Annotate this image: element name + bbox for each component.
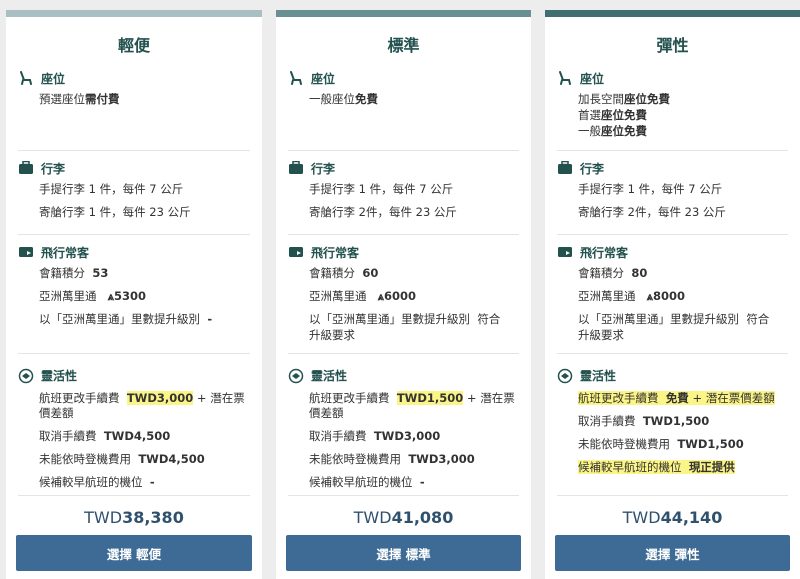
cancel-fee-line: 取消手續費 TWD4,500: [39, 429, 171, 443]
cancel-fee-line: 取消手續費 TWD3,000: [309, 429, 441, 443]
luggage-icon: [288, 161, 304, 175]
fare-price: TWD41,080: [353, 508, 454, 527]
seat-heading: 座位: [41, 71, 66, 86]
select-fare-standard-button[interactable]: 選擇 標準: [286, 535, 521, 571]
status-points-line: 會籍積分 53: [39, 266, 109, 280]
no-show-fee-line: 未能依時登機費用 TWD1,500: [578, 437, 744, 451]
select-fare-flex-button[interactable]: 選擇 彈性: [555, 535, 790, 571]
status-points-line: 會籍積分 60: [309, 266, 379, 280]
divider: [288, 495, 519, 496]
divider: [288, 150, 519, 151]
checked-bag-line: 寄艙行李 1 件，每件 23 公斤: [39, 205, 191, 219]
baggage-heading: 行李: [580, 161, 605, 176]
fare-title: 輕便: [117, 36, 150, 55]
fare-card-flex: 彈性 座位 加長空間座位免費 首選座位免費 一般座位免費 行李 手提行李 1 件…: [545, 10, 800, 579]
fare-price: TWD44,140: [622, 508, 723, 527]
change-fee-line: 航班更改手續費 TWD1,500 + 潛在票: [309, 391, 515, 405]
fare-card-light: 輕便 座位 預選座位需付費 行李 手提行李 1 件，每件 7 公斤 寄艙行李 1…: [6, 10, 262, 579]
upgrade-line-wrap: 升級要求: [309, 328, 355, 342]
divider: [18, 495, 250, 496]
cancel-fee-line: 取消手續費 TWD1,500: [578, 414, 710, 428]
seat-heading: 座位: [311, 71, 336, 86]
upgrade-line: 以「亞洲萬里通」里數提升級別 -: [39, 312, 213, 326]
fare-title: 標準: [387, 36, 420, 55]
select-fare-light-button[interactable]: 選擇 輕便: [16, 535, 252, 571]
carry-on-line: 手提行李 1 件，每件 7 公斤: [39, 182, 184, 196]
fare-top-bar: [276, 10, 531, 17]
ff-heading: 飛行常客: [41, 245, 90, 260]
checked-bag-line: 寄艙行李 2件，每件 23 公斤: [309, 205, 457, 219]
flexibility-heading: 靈活性: [580, 368, 617, 383]
baggage-heading: 行李: [41, 161, 66, 176]
divider: [557, 150, 788, 151]
asia-miles-line: 亞洲萬里通 ⩓6000: [309, 289, 416, 303]
upgrade-line: 以「亞洲萬里通」里數提升級別 符合: [309, 312, 501, 326]
carry-on-line: 手提行李 1 件，每件 7 公斤: [578, 182, 723, 196]
divider: [18, 150, 250, 151]
baggage-heading: 行李: [311, 161, 336, 176]
ff-heading: 飛行常客: [580, 245, 629, 260]
standby-line: 候補較早航班的機位 -: [39, 475, 155, 489]
change-fee-line-wrap: 價差額: [309, 406, 344, 420]
seat-icon: [288, 71, 304, 85]
divider: [288, 353, 519, 354]
seat-icon: [557, 71, 573, 85]
no-show-fee-line: 未能依時登機費用 TWD4,500: [39, 452, 205, 466]
divider: [557, 495, 788, 496]
change-fee-line-wrap: 價差額: [39, 406, 74, 420]
seat-line: 首選座位免費: [578, 108, 647, 122]
no-show-fee-line: 未能依時登機費用 TWD3,000: [309, 452, 475, 466]
divider: [288, 234, 519, 235]
flexibility-icon: [18, 368, 34, 384]
divider: [557, 353, 788, 354]
asia-miles-line: 亞洲萬里通 ⩓8000: [578, 289, 685, 303]
ff-heading: 飛行常客: [311, 245, 360, 260]
carry-on-line: 手提行李 1 件，每件 7 公斤: [309, 182, 454, 196]
fare-top-bar: [545, 10, 800, 17]
fare-columns: 輕便 座位 預選座位需付費 行李 手提行李 1 件，每件 7 公斤 寄艙行李 1…: [0, 0, 800, 579]
divider: [18, 234, 250, 235]
fare-card-standard: 標準 座位 一般座位免費 行李 手提行李 1 件，每件 7 公斤 寄艙行李 2件…: [276, 10, 531, 579]
divider: [557, 234, 788, 235]
seat-line: 加長空間座位免費: [578, 92, 670, 106]
flexibility-icon: [288, 368, 304, 384]
change-fee-line: 航班更改手續費 TWD3,000 + 潛在票: [39, 391, 245, 405]
status-points-line: 會籍積分 80: [578, 266, 648, 280]
seat-line: 一般座位免費: [309, 92, 378, 106]
luggage-icon: [18, 161, 34, 175]
upgrade-line-wrap: 升級要求: [578, 328, 624, 342]
standby-line: 候補較早航班的機位 -: [309, 475, 425, 489]
fare-title: 彈性: [656, 36, 689, 55]
flexibility-icon: [557, 368, 573, 384]
luggage-icon: [557, 161, 573, 175]
seat-line: 一般座位免費: [578, 124, 647, 138]
fare-price: TWD38,380: [84, 508, 184, 527]
flexibility-heading: 靈活性: [41, 368, 78, 383]
seat-heading: 座位: [580, 71, 605, 86]
standby-line: 候補較早航班的機位 現正提供: [578, 460, 735, 474]
change-fee-line: 航班更改手續費 免費 + 潛在票價差額: [578, 391, 775, 405]
asia-miles-line: 亞洲萬里通 ⩓5300: [39, 289, 146, 303]
upgrade-line: 以「亞洲萬里通」里數提升級別 符合: [578, 312, 770, 326]
divider: [18, 353, 250, 354]
membership-card-icon: [557, 245, 573, 259]
seat-line: 預選座位需付費: [39, 92, 120, 106]
membership-card-icon: [288, 245, 304, 259]
checked-bag-line: 寄艙行李 2件，每件 23 公斤: [578, 205, 726, 219]
membership-card-icon: [18, 245, 34, 259]
fare-top-bar: [6, 10, 262, 17]
seat-icon: [18, 71, 34, 85]
flexibility-heading: 靈活性: [311, 368, 348, 383]
